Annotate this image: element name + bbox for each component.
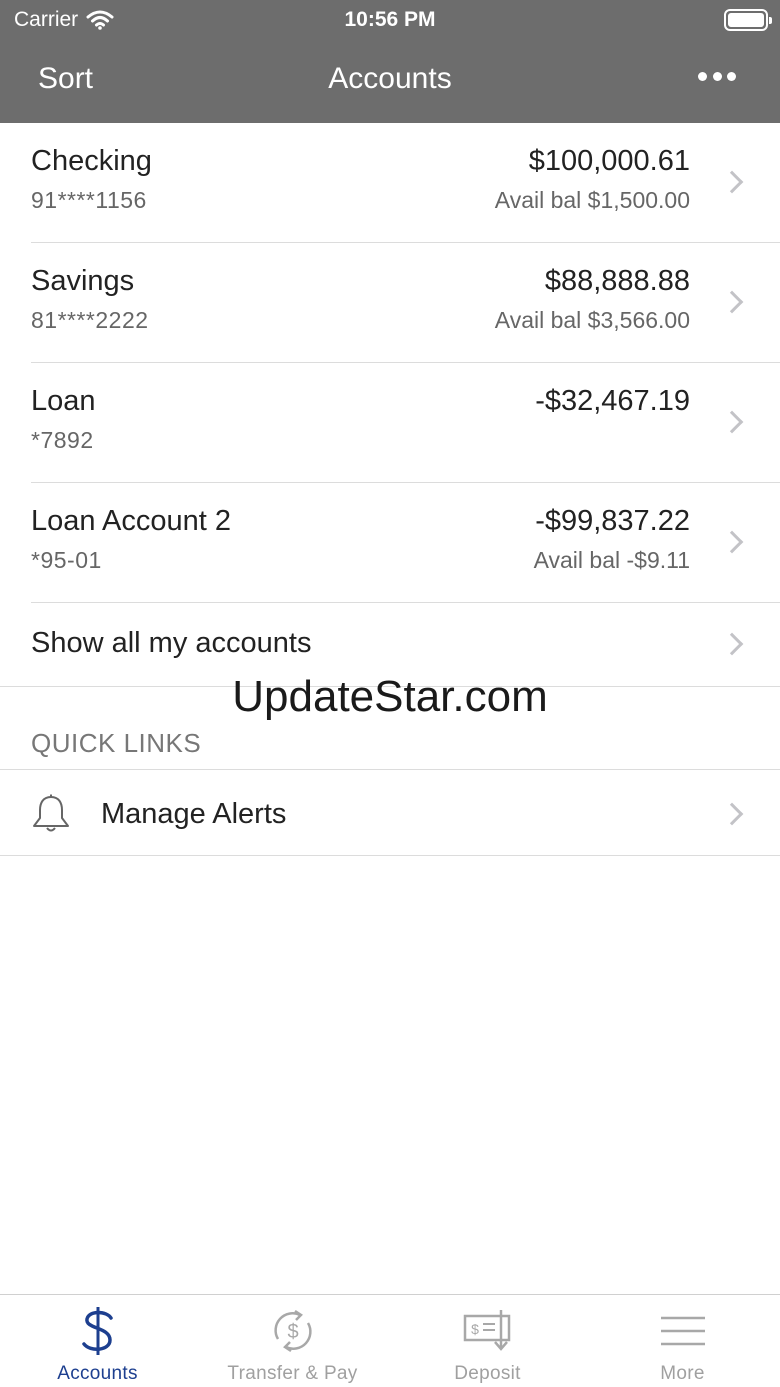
account-balance: -$32,467.19 [535, 385, 690, 417]
tab-label: Deposit [454, 1363, 521, 1384]
account-row-savings[interactable]: Savings 81****2222 $88,888.88 Avail bal … [0, 243, 780, 363]
chevron-right-icon [720, 802, 744, 826]
check-deposit-icon: $ [463, 1310, 510, 1351]
account-balance: $100,000.61 [528, 145, 690, 177]
available-balance: Avail bal $3,566.00 [494, 307, 690, 333]
bell-icon [33, 794, 69, 832]
svg-text:$: $ [471, 1321, 479, 1337]
page-title: Accounts [328, 62, 452, 95]
status-bar: Carrier 10:56 PM [0, 0, 780, 40]
chevron-right-icon [720, 530, 744, 554]
account-name: Savings [31, 265, 135, 297]
account-row-checking[interactable]: Checking 91****1156 $100,000.61 Avail ba… [0, 123, 780, 243]
chevron-right-icon [720, 170, 744, 194]
account-number: *95-01 [31, 547, 102, 573]
manage-alerts-row[interactable]: Manage Alerts [0, 769, 780, 856]
tab-label: Accounts [57, 1363, 138, 1384]
tab-accounts[interactable]: Accounts [0, 1295, 195, 1387]
account-balance: -$99,837.22 [535, 505, 690, 537]
battery-icon [724, 9, 772, 31]
account-name: Loan Account 2 [31, 505, 231, 537]
nav-bar: Sort Accounts [0, 40, 780, 123]
menu-icon [660, 1316, 705, 1346]
account-number: 81****2222 [31, 307, 149, 333]
tab-label: More [660, 1363, 705, 1384]
clock: 10:56 PM [344, 8, 436, 31]
chevron-right-icon [720, 410, 744, 434]
account-number: 91****1156 [31, 187, 147, 213]
dollar-icon [81, 1307, 113, 1355]
account-number: *7892 [31, 427, 94, 453]
chevron-right-icon [720, 290, 744, 314]
available-balance: Avail bal $1,500.00 [494, 187, 690, 213]
available-balance: Avail bal -$9.11 [533, 547, 690, 573]
ellipsis-icon[interactable] [698, 72, 736, 84]
show-all-accounts-label: Show all my accounts [31, 627, 312, 659]
quick-links-header: QUICK LINKS [31, 728, 202, 758]
account-row-loan-account-2[interactable]: Loan Account 2 *95-01 -$99,837.22 Avail … [0, 483, 780, 603]
tab-deposit[interactable]: $ Deposit [390, 1295, 585, 1387]
account-name: Checking [31, 145, 152, 177]
account-balance: $88,888.88 [544, 265, 690, 297]
account-name: Loan [31, 385, 96, 417]
chevron-right-icon [720, 632, 744, 656]
tab-more[interactable]: More [585, 1295, 780, 1387]
tab-bar: Accounts $ Transfer & Pay $ Deposit More [0, 1294, 780, 1387]
watermark: UpdateStar.com [232, 672, 548, 721]
manage-alerts-label: Manage Alerts [101, 798, 287, 830]
tab-transfer-pay[interactable]: $ Transfer & Pay [195, 1295, 390, 1387]
tab-label: Transfer & Pay [227, 1363, 358, 1384]
svg-text:$: $ [287, 1321, 298, 1343]
transfer-icon: $ [273, 1309, 312, 1353]
account-row-loan[interactable]: Loan *7892 -$32,467.19 [0, 363, 780, 483]
